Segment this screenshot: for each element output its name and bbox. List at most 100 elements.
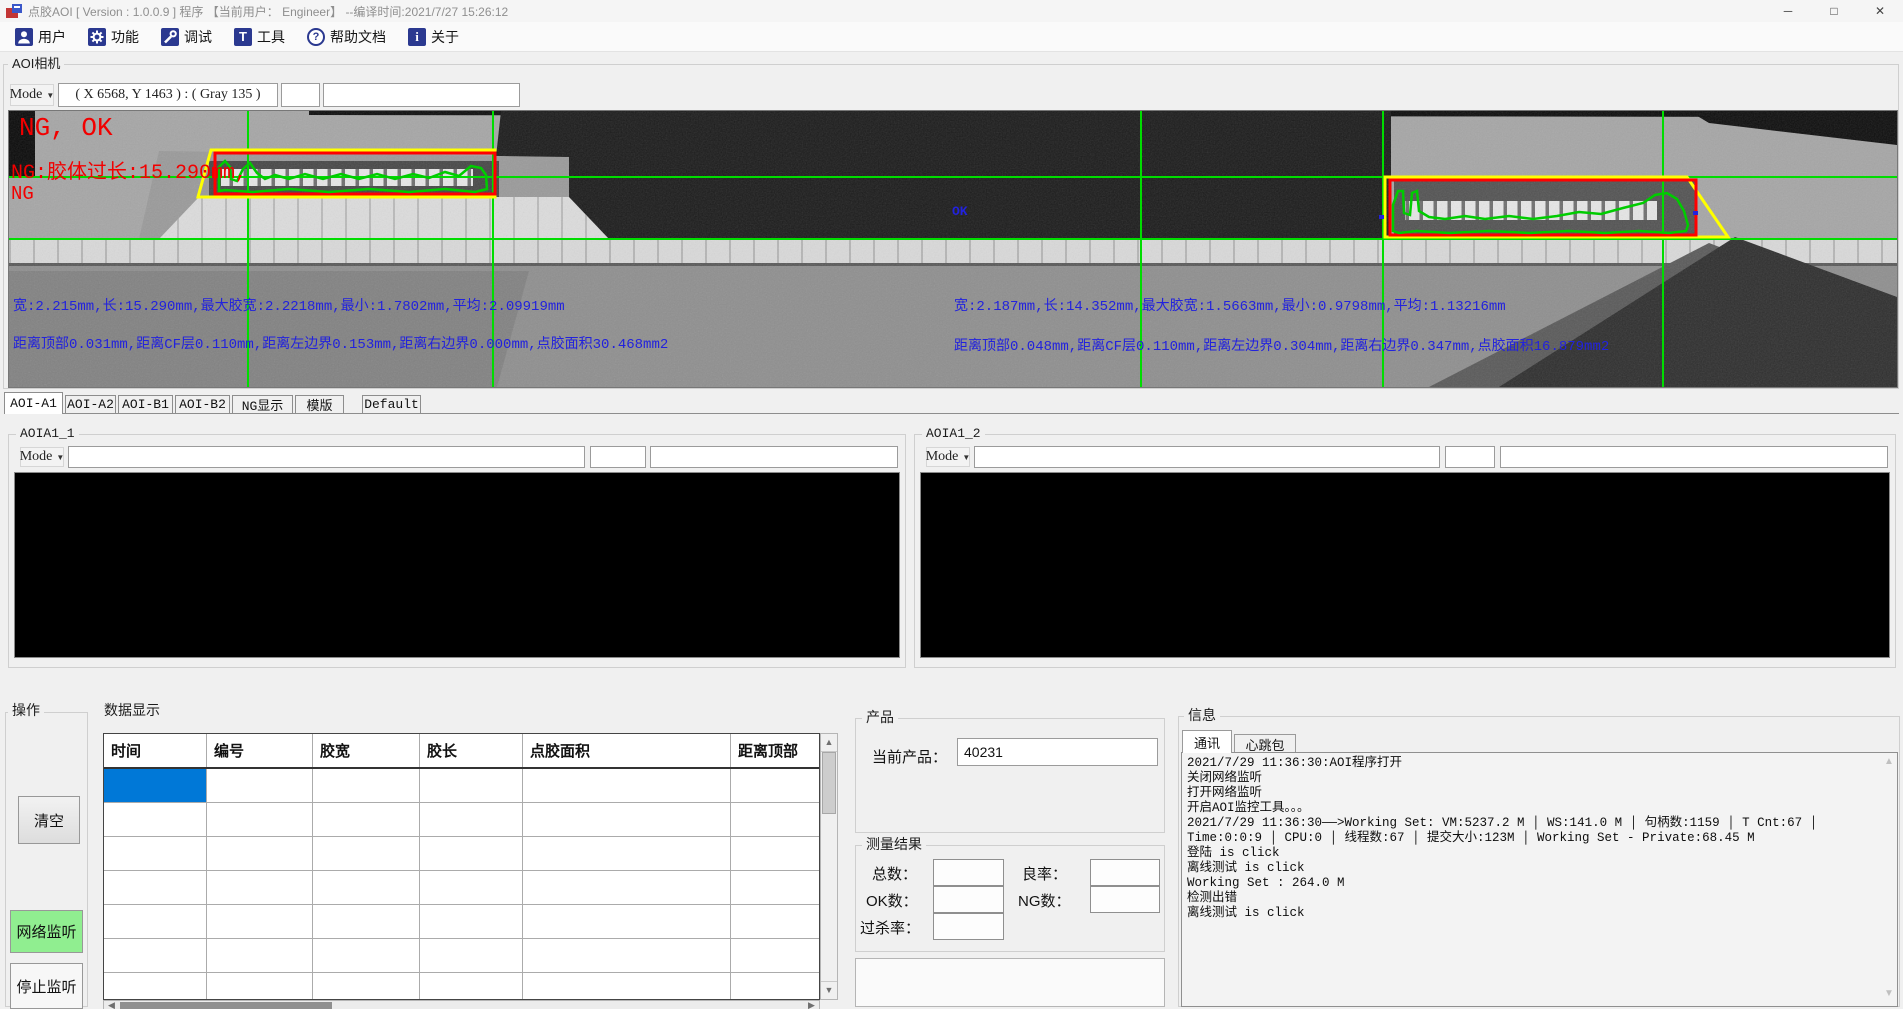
scroll-down-icon[interactable]: ▼ [821, 981, 837, 999]
ng-count-value-box[interactable] [1090, 886, 1160, 913]
minimize-button[interactable]: ─ [1765, 0, 1811, 22]
table-cell[interactable] [420, 939, 523, 972]
table-cell[interactable] [207, 803, 313, 836]
total-value-box[interactable] [933, 859, 1004, 886]
table-cell[interactable] [523, 939, 731, 972]
table-cell[interactable] [313, 837, 420, 870]
table-cell[interactable] [731, 769, 819, 802]
tab-template[interactable]: 模版 [295, 395, 344, 413]
network-listen-button[interactable]: 网络监听 [10, 910, 83, 953]
table-cell[interactable] [104, 973, 207, 1000]
column-header[interactable]: 时间 [104, 734, 207, 767]
current-product-input[interactable]: 40231 [957, 738, 1158, 766]
aoia1-2-image-view[interactable] [920, 472, 1890, 658]
table-cell-selected[interactable] [104, 769, 207, 802]
table-horizontal-scrollbar[interactable]: ◀ ▶ [103, 1000, 820, 1009]
comm-log[interactable]: 2021/7/29 11:36:30:AOI程序打开 关闭网络监听 打开网络监听… [1181, 752, 1898, 1007]
table-cell[interactable] [420, 973, 523, 1000]
table-cell[interactable] [313, 769, 420, 802]
table-cell[interactable] [207, 837, 313, 870]
aoia1-1-image-view[interactable] [14, 472, 900, 658]
table-cell[interactable] [523, 973, 731, 1000]
table-cell[interactable] [420, 837, 523, 870]
notes-panel[interactable] [855, 958, 1165, 1007]
table-cell[interactable] [523, 803, 731, 836]
tab-comm[interactable]: 通讯 [1182, 730, 1232, 753]
table-cell[interactable] [104, 939, 207, 972]
camera-mode-dropdown[interactable]: Mode ▼ [10, 84, 54, 106]
table-cell[interactable] [207, 769, 313, 802]
table-cell[interactable] [523, 837, 731, 870]
table-cell[interactable] [731, 803, 819, 836]
aoia1-2-info-box-2[interactable] [1445, 446, 1495, 468]
camera-image-view[interactable]: NG, OK NG:胶体过长:15.290mm, NG OK 宽:2.215mm… [8, 110, 1898, 388]
tab-aoi-b1[interactable]: AOI-B1 [118, 395, 173, 413]
menu-item-debug[interactable]: 调试 [152, 24, 221, 50]
table-cell[interactable] [731, 871, 819, 904]
table-cell[interactable] [313, 939, 420, 972]
table-cell[interactable] [523, 871, 731, 904]
menu-item-help[interactable]: ? 帮助文档 [298, 24, 395, 50]
table-cell[interactable] [523, 769, 731, 802]
table-cell[interactable] [313, 905, 420, 938]
tab-aoi-a1[interactable]: AOI-A1 [4, 392, 63, 414]
column-header[interactable]: 编号 [207, 734, 313, 767]
table-cell[interactable] [523, 905, 731, 938]
column-header[interactable]: 距离顶部 [731, 734, 819, 767]
table-cell[interactable] [313, 803, 420, 836]
table-cell[interactable] [731, 905, 819, 938]
camera-info-box-2[interactable] [323, 83, 520, 107]
table-cell[interactable] [207, 905, 313, 938]
maximize-button[interactable]: □ [1811, 0, 1857, 22]
table-cell[interactable] [420, 905, 523, 938]
table-cell[interactable] [420, 803, 523, 836]
menu-item-about[interactable]: i 关于 [399, 24, 468, 50]
table-cell[interactable] [207, 973, 313, 1000]
table-cell[interactable] [420, 769, 523, 802]
clear-button[interactable]: 清空 [18, 796, 80, 844]
scroll-left-icon[interactable]: ◀ [104, 1001, 119, 1009]
vertical-scroll-thumb[interactable] [822, 752, 836, 814]
scroll-up-icon[interactable]: ▲ [821, 734, 837, 752]
stop-listen-button[interactable]: 停止监听 [10, 963, 83, 1009]
menu-item-user[interactable]: 用户 [6, 24, 75, 50]
tab-aoi-b2[interactable]: AOI-B2 [175, 395, 230, 413]
horizontal-scroll-thumb[interactable] [120, 1002, 332, 1009]
table-cell[interactable] [313, 871, 420, 904]
table-cell[interactable] [207, 871, 313, 904]
scroll-up-icon[interactable]: ▲ [1884, 756, 1894, 767]
menu-item-function[interactable]: 功能 [79, 24, 148, 50]
table-cell[interactable] [104, 837, 207, 870]
tab-aoi-a2[interactable]: AOI-A2 [65, 395, 116, 413]
column-header[interactable]: 胶长 [420, 734, 523, 767]
table-cell[interactable] [104, 803, 207, 836]
close-button[interactable]: ✕ [1857, 0, 1903, 22]
table-cell[interactable] [420, 871, 523, 904]
scroll-down-icon[interactable]: ▼ [1884, 988, 1894, 999]
camera-info-box-1[interactable] [281, 83, 320, 107]
aoia1-2-info-box-3[interactable] [1500, 446, 1888, 468]
aoia1-1-mode-dropdown[interactable]: Mode ▼ [20, 447, 64, 467]
tab-heartbeat[interactable]: 心跳包 [1234, 734, 1296, 753]
aoia1-1-info-box-3[interactable] [650, 446, 898, 468]
aoia1-2-info-box-1[interactable] [974, 446, 1440, 468]
ok-count-value-box[interactable] [933, 886, 1004, 913]
column-header[interactable]: 点胶面积 [523, 734, 731, 767]
table-cell[interactable] [104, 905, 207, 938]
table-vertical-scrollbar[interactable]: ▲ ▼ [820, 733, 838, 1000]
column-header[interactable]: 胶宽 [313, 734, 420, 767]
table-cell[interactable] [731, 973, 819, 1000]
scroll-right-icon[interactable]: ▶ [804, 1001, 819, 1009]
aoia1-1-info-box-2[interactable] [590, 446, 646, 468]
table-cell[interactable] [207, 939, 313, 972]
tab-ng-display[interactable]: NG显示 [232, 395, 293, 413]
overkill-value-box[interactable] [933, 913, 1004, 940]
yield-value-box[interactable] [1090, 859, 1160, 886]
table-cell[interactable] [731, 939, 819, 972]
table-cell[interactable] [104, 871, 207, 904]
menu-item-tools[interactable]: T 工具 [225, 24, 294, 50]
camera-coordinate-box[interactable]: ( X 6568, Y 1463 ) : ( Gray 135 ) [58, 83, 278, 107]
aoia1-1-info-box-1[interactable] [68, 446, 585, 468]
aoia1-2-mode-dropdown[interactable]: Mode ▼ [926, 447, 970, 467]
table-cell[interactable] [313, 973, 420, 1000]
